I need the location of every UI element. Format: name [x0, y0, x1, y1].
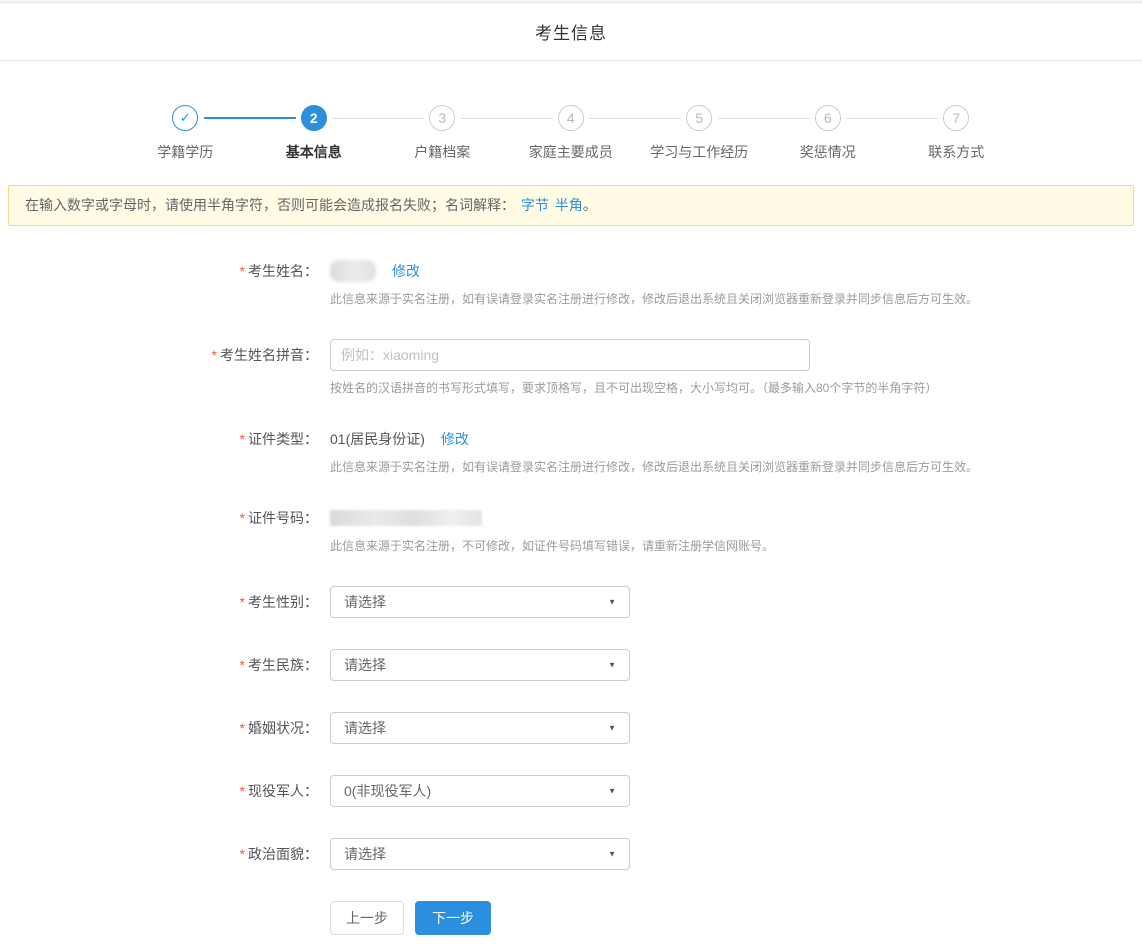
- step-label: 家庭主要成员: [507, 142, 636, 162]
- step-7-contact-info[interactable]: 7 联系方式: [892, 105, 1021, 162]
- page-title: 考生信息: [535, 19, 607, 44]
- field-label: *考生姓名拼音：: [0, 339, 318, 397]
- field-label: *婚姻状况：: [0, 712, 318, 744]
- candidate-info-form: *考生姓名： 修改 此信息来源于实名注册，如有误请登录实名注册进行修改，修改后退…: [0, 260, 1142, 935]
- gender-select[interactable]: 请选择 ▼: [330, 586, 630, 618]
- halfwidth-notice-banner: 在输入数字或字母时，请使用半角字符，否则可能会造成报名失败；名词解释： 字节 半…: [8, 185, 1134, 226]
- field-label: *证件类型：: [0, 428, 318, 476]
- military-service-row: *现役军人： 0(非现役军人) ▼: [0, 775, 1142, 807]
- field-label: *政治面貌：: [0, 838, 318, 870]
- candidate-name-row: *考生姓名： 修改 此信息来源于实名注册，如有误请登录实名注册进行修改，修改后退…: [0, 260, 1142, 308]
- required-mark: *: [240, 431, 245, 447]
- step-label: 奖惩情况: [764, 142, 893, 162]
- caret-down-icon: ▼: [608, 850, 616, 859]
- field-label: *证件号码：: [0, 507, 318, 555]
- check-icon: ✓: [172, 105, 198, 131]
- step-label: 学习与工作经历: [635, 142, 764, 162]
- notice-text-suffix: 。: [583, 197, 597, 213]
- step-connector: [204, 117, 296, 119]
- step-label: 联系方式: [892, 142, 1021, 162]
- step-connector: [718, 118, 810, 119]
- step-label: 学籍学历: [121, 142, 250, 162]
- step-1-xueji-xueli[interactable]: ✓ 学籍学历: [121, 105, 250, 162]
- required-mark: *: [240, 594, 245, 610]
- required-mark: *: [240, 510, 245, 526]
- field-label: *现役军人：: [0, 775, 318, 807]
- helper-text: 此信息来源于实名注册，不可修改，如证件号码填写错误，请重新注册学信网账号。: [330, 538, 774, 555]
- caret-down-icon: ▼: [608, 787, 616, 796]
- step-6-rewards-punishments[interactable]: 6 奖惩情况: [764, 105, 893, 162]
- select-value: 请选择: [344, 592, 386, 612]
- required-mark: *: [240, 720, 245, 736]
- step-4-family-members[interactable]: 4 家庭主要成员: [507, 105, 636, 162]
- ethnicity-select[interactable]: 请选择 ▼: [330, 649, 630, 681]
- wizard-stepper: ✓ 学籍学历 2 基本信息 3 户籍档案 4 家庭主要成员 5 学习与工作经历 …: [121, 105, 1021, 162]
- political-status-row: *政治面貌： 请选择 ▼: [0, 838, 1142, 870]
- gender-row: *考生性别： 请选择 ▼: [0, 586, 1142, 618]
- required-mark: *: [240, 657, 245, 673]
- byte-definition-link[interactable]: 字节: [521, 197, 549, 213]
- step-number: 6: [815, 105, 841, 131]
- helper-text: 此信息来源于实名注册，如有误请登录实名注册进行修改，修改后退出系统且关闭浏览器重…: [330, 291, 978, 308]
- required-mark: *: [240, 783, 245, 799]
- redacted-cert-number: [330, 510, 482, 526]
- modify-cert-type-link[interactable]: 修改: [441, 429, 469, 449]
- step-label: 基本信息: [250, 142, 379, 162]
- step-connector: [461, 118, 553, 119]
- modify-name-link[interactable]: 修改: [392, 261, 420, 281]
- field-label: *考生姓名：: [0, 260, 318, 308]
- form-actions: 上一步 下一步: [330, 901, 1142, 935]
- select-value: 0(非现役军人): [344, 781, 431, 801]
- helper-text: 此信息来源于实名注册，如有误请登录实名注册进行修改，修改后退出系统且关闭浏览器重…: [330, 459, 978, 476]
- step-number: 5: [686, 105, 712, 131]
- step-connector: [589, 118, 681, 119]
- step-2-basic-info[interactable]: 2 基本信息: [250, 105, 379, 162]
- step-number: 2: [301, 105, 327, 131]
- field-label: *考生民族：: [0, 649, 318, 681]
- step-3-huji-dangan[interactable]: 3 户籍档案: [378, 105, 507, 162]
- next-step-button[interactable]: 下一步: [415, 901, 491, 935]
- step-connector: [332, 118, 424, 119]
- step-connector: [846, 118, 938, 119]
- military-service-select[interactable]: 0(非现役军人) ▼: [330, 775, 630, 807]
- required-mark: *: [240, 846, 245, 862]
- select-value: 请选择: [344, 718, 386, 738]
- step-label: 户籍档案: [378, 142, 507, 162]
- cert-type-row: *证件类型： 01(居民身份证) 修改 此信息来源于实名注册，如有误请登录实名注…: [0, 428, 1142, 476]
- marital-status-row: *婚姻状况： 请选择 ▼: [0, 712, 1142, 744]
- political-status-select[interactable]: 请选择 ▼: [330, 838, 630, 870]
- page-header: 考生信息: [0, 3, 1142, 61]
- name-pinyin-row: *考生姓名拼音： 按姓名的汉语拼音的书写形式填写，要求顶格写，且不可出现空格，大…: [0, 339, 1142, 397]
- cert-number-row: *证件号码： 此信息来源于实名注册，不可修改，如证件号码填写错误，请重新注册学信…: [0, 507, 1142, 555]
- step-number: 7: [943, 105, 969, 131]
- pinyin-input[interactable]: [330, 339, 810, 371]
- ethnicity-row: *考生民族： 请选择 ▼: [0, 649, 1142, 681]
- required-mark: *: [240, 263, 245, 279]
- caret-down-icon: ▼: [608, 724, 616, 733]
- caret-down-icon: ▼: [608, 661, 616, 670]
- cert-type-value: 01(居民身份证): [330, 429, 425, 449]
- halfwidth-definition-link[interactable]: 半角: [555, 197, 583, 213]
- marital-status-select[interactable]: 请选择 ▼: [330, 712, 630, 744]
- step-5-study-work[interactable]: 5 学习与工作经历: [635, 105, 764, 162]
- helper-text: 按姓名的汉语拼音的书写形式填写，要求顶格写，且不可出现空格，大小写均可。（最多输…: [330, 380, 937, 397]
- select-value: 请选择: [344, 844, 386, 864]
- field-label: *考生性别：: [0, 586, 318, 618]
- redacted-candidate-name: [330, 260, 376, 282]
- step-number: 3: [429, 105, 455, 131]
- step-number: 4: [558, 105, 584, 131]
- select-value: 请选择: [344, 655, 386, 675]
- notice-text: 在输入数字或字母时，请使用半角字符，否则可能会造成报名失败；名词解释：: [25, 197, 515, 213]
- caret-down-icon: ▼: [608, 598, 616, 607]
- prev-step-button[interactable]: 上一步: [330, 901, 404, 935]
- required-mark: *: [212, 347, 217, 363]
